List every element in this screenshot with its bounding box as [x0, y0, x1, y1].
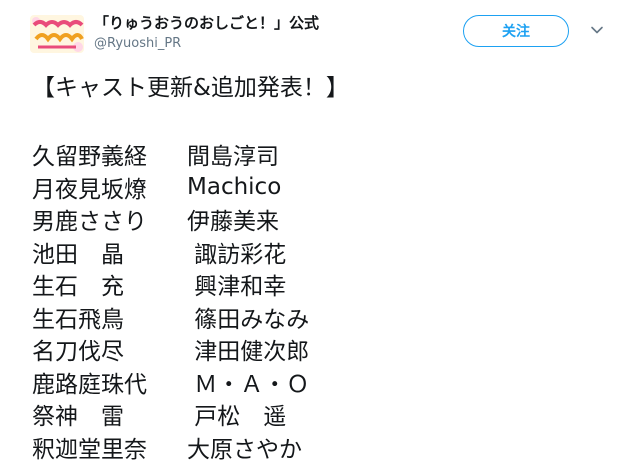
cast-actor: 大原さやか [187, 436, 302, 463]
cast-role: 男鹿ささり [32, 209, 147, 236]
cast-row: 池田 晶 諏訪彩花 [32, 236, 309, 269]
cast-row: 釈迦堂里奈 大原さやか [32, 431, 309, 464]
display-name[interactable]: 「りゅうおうのおしごと！」公式 [94, 12, 319, 33]
cast-row: 男鹿ささり 伊藤美来 [32, 203, 309, 236]
follow-button-label: 关注 [502, 24, 530, 40]
chevron-down-icon[interactable] [589, 22, 605, 38]
avatar[interactable] [30, 15, 84, 53]
cast-row: 名刀伐尽 津田健次郎 [32, 333, 309, 366]
user-handle[interactable]: @Ryuoshi_PR [94, 36, 181, 51]
cast-actor: Ｍ・Ａ・Ｏ [187, 371, 310, 398]
cast-role: 生石飛鳥 [32, 306, 124, 333]
cast-role: 池田 晶 [32, 241, 124, 268]
cast-role: 久留野義経 [32, 144, 147, 171]
cast-role: 月夜見坂燎 [32, 176, 147, 203]
cast-actor: 篠田みなみ [187, 306, 310, 333]
follow-button[interactable]: 关注 [463, 15, 569, 47]
cast-actor: 津田健次郎 [187, 339, 310, 366]
cast-role: 名刀伐尽 [32, 339, 124, 366]
cast-row: 鹿路庭珠代 Ｍ・Ａ・Ｏ [32, 366, 309, 399]
cast-actor: Machico [187, 173, 282, 200]
cast-actor: 戸松 遥 [187, 404, 287, 431]
cast-row: 祭神 雷 戸松 遥 [32, 398, 309, 431]
cast-actor: 間島淳司 [187, 144, 279, 171]
cast-role: 生石 充 [32, 274, 124, 301]
cast-row: 久留野義経 間島淳司 [32, 138, 309, 171]
tweet-heading: 【キャスト更新&追加発表！】 [32, 75, 349, 101]
cast-row: 生石飛鳥 篠田みなみ [32, 301, 309, 334]
cast-row: 生石 充 興津和幸 [32, 268, 309, 301]
cast-role: 祭神 雷 [32, 404, 124, 431]
cast-actor: 興津和幸 [187, 274, 287, 301]
cast-actor: 諏訪彩花 [187, 241, 287, 268]
cast-row: 月夜見坂燎 Machico [32, 171, 309, 204]
cast-role: 釈迦堂里奈 [32, 436, 147, 463]
avatar-logo [30, 15, 84, 53]
cast-role: 鹿路庭珠代 [32, 371, 147, 398]
cast-list: 久留野義経 間島淳司 月夜見坂燎 Machico 男鹿ささり 伊藤美来 池田 晶… [32, 138, 309, 463]
cast-actor: 伊藤美来 [187, 209, 279, 236]
